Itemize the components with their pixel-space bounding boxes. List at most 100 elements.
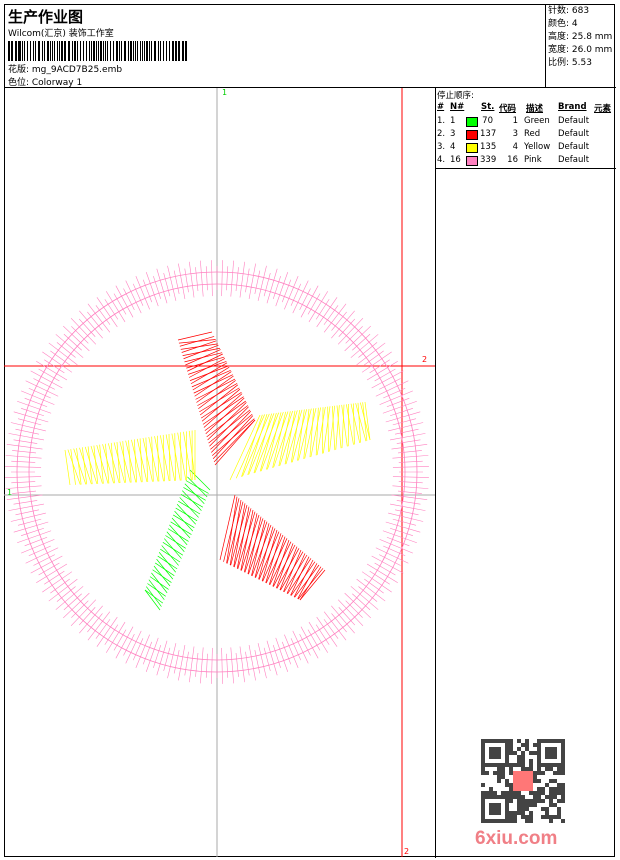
satin-stitch [396, 439, 421, 444]
qr-module [533, 771, 537, 775]
col-element: 元素 [594, 104, 612, 114]
satin-stitch [10, 512, 46, 522]
fill-stitch [169, 524, 188, 546]
qr-module [509, 739, 513, 743]
qr-module [497, 771, 501, 775]
satin-stitch [167, 265, 177, 301]
barcode-bar [80, 41, 81, 61]
fill-stitch [64, 449, 71, 486]
satin-stitch [364, 578, 384, 594]
satin-stitch [189, 261, 195, 298]
satin-stitch [331, 310, 355, 339]
qr-module [545, 795, 549, 799]
qr-module [557, 771, 561, 775]
row-brand: Default [558, 142, 590, 152]
satin-stitch [56, 586, 76, 602]
stitch-count: 针数: 683 [548, 6, 590, 16]
qr-module [505, 807, 509, 811]
fill-stitch [158, 552, 176, 573]
qr-module [521, 815, 525, 819]
qr-module [557, 807, 561, 811]
barcode-bar [35, 41, 37, 61]
satin-stitch [79, 310, 103, 339]
satin-stitch [385, 521, 421, 533]
qr-module [545, 815, 549, 819]
satin-stitch [6, 494, 43, 500]
barcode-bar [124, 41, 126, 61]
satin-stitch [352, 593, 371, 611]
satin-stitch [266, 640, 278, 676]
satin-stitch [226, 653, 229, 678]
satin-stitch [200, 647, 204, 684]
marker-green-left: 1 [7, 488, 13, 497]
satin-stitch [275, 272, 289, 307]
qr-module [541, 771, 545, 775]
row-index: 4. [437, 155, 446, 165]
fill-stitch [180, 432, 182, 481]
barcode-bar [21, 41, 24, 61]
qr-module [481, 771, 485, 775]
fill-stitch [90, 445, 103, 484]
color-swatch [466, 143, 478, 153]
satin-stitch [173, 270, 180, 295]
satin-stitch [331, 605, 355, 634]
qr-module [485, 795, 489, 799]
fill-stitch [179, 336, 215, 347]
fill-stitch [174, 433, 176, 481]
barcode-bar [57, 41, 58, 61]
qr-module [521, 807, 525, 811]
qr-module [497, 767, 501, 771]
satin-stitch [5, 455, 42, 459]
qr-module [549, 763, 553, 767]
qr-module [525, 743, 529, 747]
qr-module [489, 787, 493, 791]
barcode-bar [142, 41, 143, 61]
satin-stitch [156, 268, 168, 304]
satin-stitch [11, 460, 36, 463]
qr-module [489, 739, 493, 743]
fill-stitch [99, 444, 104, 484]
qr-module [533, 803, 537, 807]
barcode-bar [157, 41, 159, 61]
qr-module [505, 799, 509, 803]
satin-stitch [323, 619, 339, 639]
qr-module [481, 743, 485, 747]
qr-module [489, 819, 493, 823]
qr-module [541, 807, 545, 811]
qr-module [509, 791, 513, 795]
qr-module [493, 747, 497, 751]
qr-module [545, 751, 549, 755]
qr-module [509, 747, 513, 751]
satin-stitch [87, 303, 111, 333]
satin-stitch [71, 326, 89, 344]
qr-module [517, 795, 521, 799]
qr-module [501, 771, 505, 775]
qr-module [497, 763, 501, 767]
qr-module [481, 819, 485, 823]
qr-module [489, 755, 493, 759]
fill-stitch [148, 579, 165, 600]
barcode-bar [58, 41, 60, 61]
fill-stitch [146, 586, 162, 607]
satin-stitch [382, 400, 417, 414]
satin-stitch [379, 554, 401, 566]
qr-module [537, 791, 541, 795]
fill-stitch [327, 406, 329, 452]
qr-module [537, 751, 541, 755]
qr-module [549, 751, 553, 755]
fill-stitch [81, 447, 88, 485]
qr-module [521, 799, 525, 803]
satin-stitch [284, 634, 299, 668]
fill-stitch [93, 445, 99, 484]
barcode-bar [47, 41, 50, 61]
satin-stitch [13, 411, 49, 423]
barcode-bar [166, 41, 167, 61]
col-needle: N# [450, 102, 465, 112]
row-desc: Red [524, 129, 541, 139]
qr-module [525, 767, 529, 771]
fill-stitch [273, 544, 296, 587]
qr-module [481, 795, 485, 799]
qr-module [521, 803, 525, 807]
satin-stitch [239, 646, 245, 683]
barcode-bar [74, 41, 76, 61]
